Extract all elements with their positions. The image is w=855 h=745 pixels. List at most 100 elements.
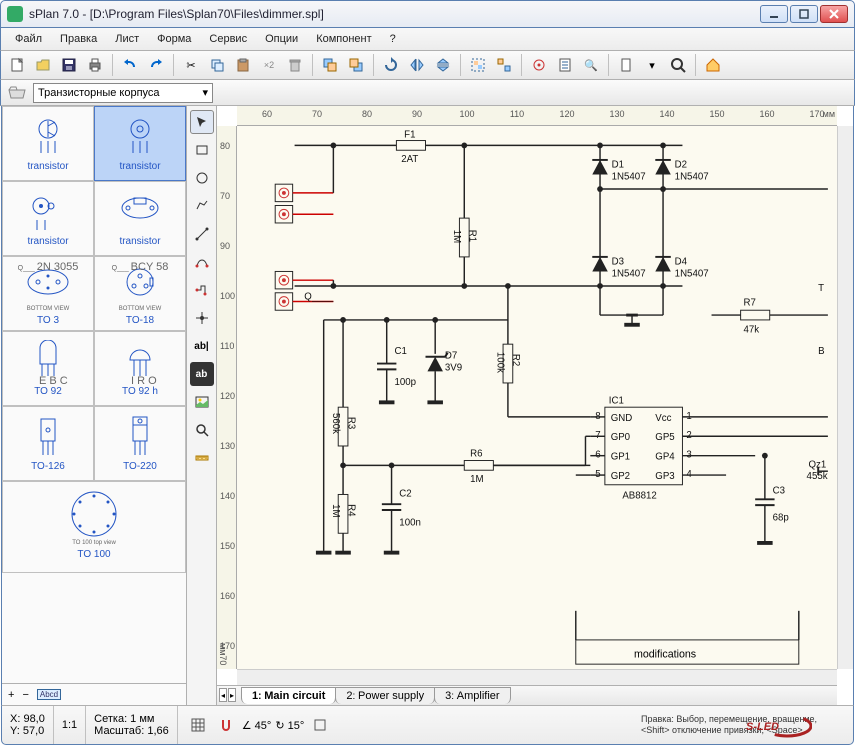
palette-item[interactable]: transistor: [94, 181, 186, 256]
canvas[interactable]: F1 2AT D1 1N5407 D2 1N5407: [237, 126, 837, 669]
sheet-tab[interactable]: 3: Amplifier: [434, 687, 510, 704]
sheet-tab[interactable]: 2: Power supply: [335, 687, 435, 704]
palette-item[interactable]: E B C TO 92: [2, 331, 94, 406]
svg-text:1N5407: 1N5407: [675, 171, 709, 182]
copy-icon[interactable]: [205, 53, 229, 77]
svg-text:R1: R1: [467, 230, 478, 242]
menu-component[interactable]: Компонент: [308, 30, 379, 48]
extra-icon[interactable]: [308, 713, 332, 737]
zoom-out-icon[interactable]: −: [22, 689, 28, 701]
status-coords: X: 98,0Y: 57,0: [2, 706, 54, 744]
save-icon[interactable]: [57, 53, 81, 77]
circle-tool-icon[interactable]: [190, 166, 214, 190]
menu-shape[interactable]: Форма: [149, 30, 199, 48]
open-icon[interactable]: [31, 53, 55, 77]
menu-edit[interactable]: Правка: [52, 30, 105, 48]
status-hint: Правка: Выбор, перемещение, вращение, <S…: [633, 712, 853, 738]
svg-text:Q____: Q____: [304, 292, 334, 303]
menu-file[interactable]: Файл: [7, 30, 50, 48]
zoom-in-icon[interactable]: +: [8, 689, 14, 701]
library-icon[interactable]: [5, 81, 29, 105]
label-toggle-icon[interactable]: Abcd: [37, 689, 61, 700]
svg-text:GP4: GP4: [655, 452, 675, 463]
angle-45-icon[interactable]: ∠ 45°: [242, 719, 272, 732]
palette-item[interactable]: TO-220: [94, 406, 186, 481]
undo-icon[interactable]: [118, 53, 142, 77]
snap-toggle-icon[interactable]: [214, 713, 238, 737]
zoomfit-icon[interactable]: [666, 53, 690, 77]
search-icon[interactable]: 🔍: [579, 53, 603, 77]
cut-icon[interactable]: ✂: [179, 53, 203, 77]
menu-options[interactable]: Опции: [257, 30, 306, 48]
svg-text:560k: 560k: [330, 413, 341, 434]
menu-help[interactable]: ?: [382, 30, 404, 48]
svg-text:3V9: 3V9: [445, 362, 462, 373]
toback-icon[interactable]: [344, 53, 368, 77]
svg-text:D7: D7: [445, 351, 457, 362]
svg-text:D2: D2: [675, 160, 687, 171]
close-button[interactable]: [820, 5, 848, 23]
palette-item[interactable]: transistor: [2, 106, 94, 181]
rect-tool-icon[interactable]: [190, 138, 214, 162]
zoom-tool-icon[interactable]: [190, 418, 214, 442]
scrollbar-horizontal[interactable]: [237, 669, 837, 685]
palette-item[interactable]: transistor: [94, 106, 186, 181]
svg-text:C2: C2: [399, 488, 411, 499]
library-selector[interactable]: Транзисторные корпуса ▾: [33, 83, 213, 103]
measure-tool-icon[interactable]: [190, 446, 214, 470]
wire-tool-icon[interactable]: [190, 278, 214, 302]
svg-text:R4: R4: [345, 504, 356, 517]
sheet-tab[interactable]: 1: Main circuit: [241, 687, 336, 704]
page-icon[interactable]: [614, 53, 638, 77]
status-bar: X: 98,0Y: 57,0 1:1 Сетка: 1 ммМасштаб: 1…: [1, 705, 854, 745]
palette-item[interactable]: TO 100 top view TO 100: [2, 481, 186, 573]
scrollbar-vertical[interactable]: [837, 126, 853, 669]
pointer-tool-icon[interactable]: [190, 110, 214, 134]
redo-icon[interactable]: [144, 53, 168, 77]
palette-item[interactable]: Q___ BCY 58 BOTTOM VIEW TO-18: [94, 256, 186, 331]
grid-icon[interactable]: [186, 713, 210, 737]
status-zoom: 1:1: [54, 706, 86, 744]
duplicate-icon[interactable]: ×2: [257, 53, 281, 77]
snap-icon[interactable]: [527, 53, 551, 77]
svg-text:D4: D4: [675, 257, 688, 268]
list-icon[interactable]: [553, 53, 577, 77]
svg-text:GP3: GP3: [655, 471, 674, 482]
svg-text:2AT: 2AT: [401, 154, 418, 165]
palette-item[interactable]: Q___ 2N 3055 BOTTOM VIEW TO 3: [2, 256, 94, 331]
delete-icon[interactable]: [283, 53, 307, 77]
angle-15-icon[interactable]: ↻ 15°: [275, 719, 304, 732]
palette-item[interactable]: I R O TO 92 h: [94, 331, 186, 406]
ungroup-icon[interactable]: [492, 53, 516, 77]
new-icon[interactable]: [5, 53, 29, 77]
svg-text:T: T: [818, 283, 824, 294]
tofront-icon[interactable]: [318, 53, 342, 77]
menu-sheet[interactable]: Лист: [107, 30, 147, 48]
component-palette: transistor transistor transistor transis…: [2, 106, 187, 705]
dropdown-icon[interactable]: ▾: [640, 53, 664, 77]
rotate-icon[interactable]: [379, 53, 403, 77]
home-icon[interactable]: [701, 53, 725, 77]
svg-text:100k: 100k: [495, 352, 506, 373]
bezier-tool-icon[interactable]: [190, 250, 214, 274]
textbox-tool-icon[interactable]: ab: [190, 362, 214, 386]
group-icon[interactable]: [466, 53, 490, 77]
ruler-horizontal: 60 70 80 90 100 110 120 130 140 150 160 …: [237, 106, 837, 126]
tab-next-icon[interactable]: ▸: [228, 688, 236, 702]
image-tool-icon[interactable]: [190, 390, 214, 414]
svg-text:47k: 47k: [744, 325, 760, 336]
text-tool-icon[interactable]: ab|: [190, 334, 214, 358]
palette-item[interactable]: transistor: [2, 181, 94, 256]
print-icon[interactable]: [83, 53, 107, 77]
junction-tool-icon[interactable]: [190, 306, 214, 330]
flipv-icon[interactable]: [431, 53, 455, 77]
paste-icon[interactable]: [231, 53, 255, 77]
minimize-button[interactable]: [760, 5, 788, 23]
fliph-icon[interactable]: [405, 53, 429, 77]
palette-item[interactable]: TO-126: [2, 406, 94, 481]
tab-prev-icon[interactable]: ◂: [219, 688, 227, 702]
line-tool-icon[interactable]: [190, 222, 214, 246]
menu-service[interactable]: Сервис: [201, 30, 255, 48]
poly-tool-icon[interactable]: [190, 194, 214, 218]
maximize-button[interactable]: [790, 5, 818, 23]
